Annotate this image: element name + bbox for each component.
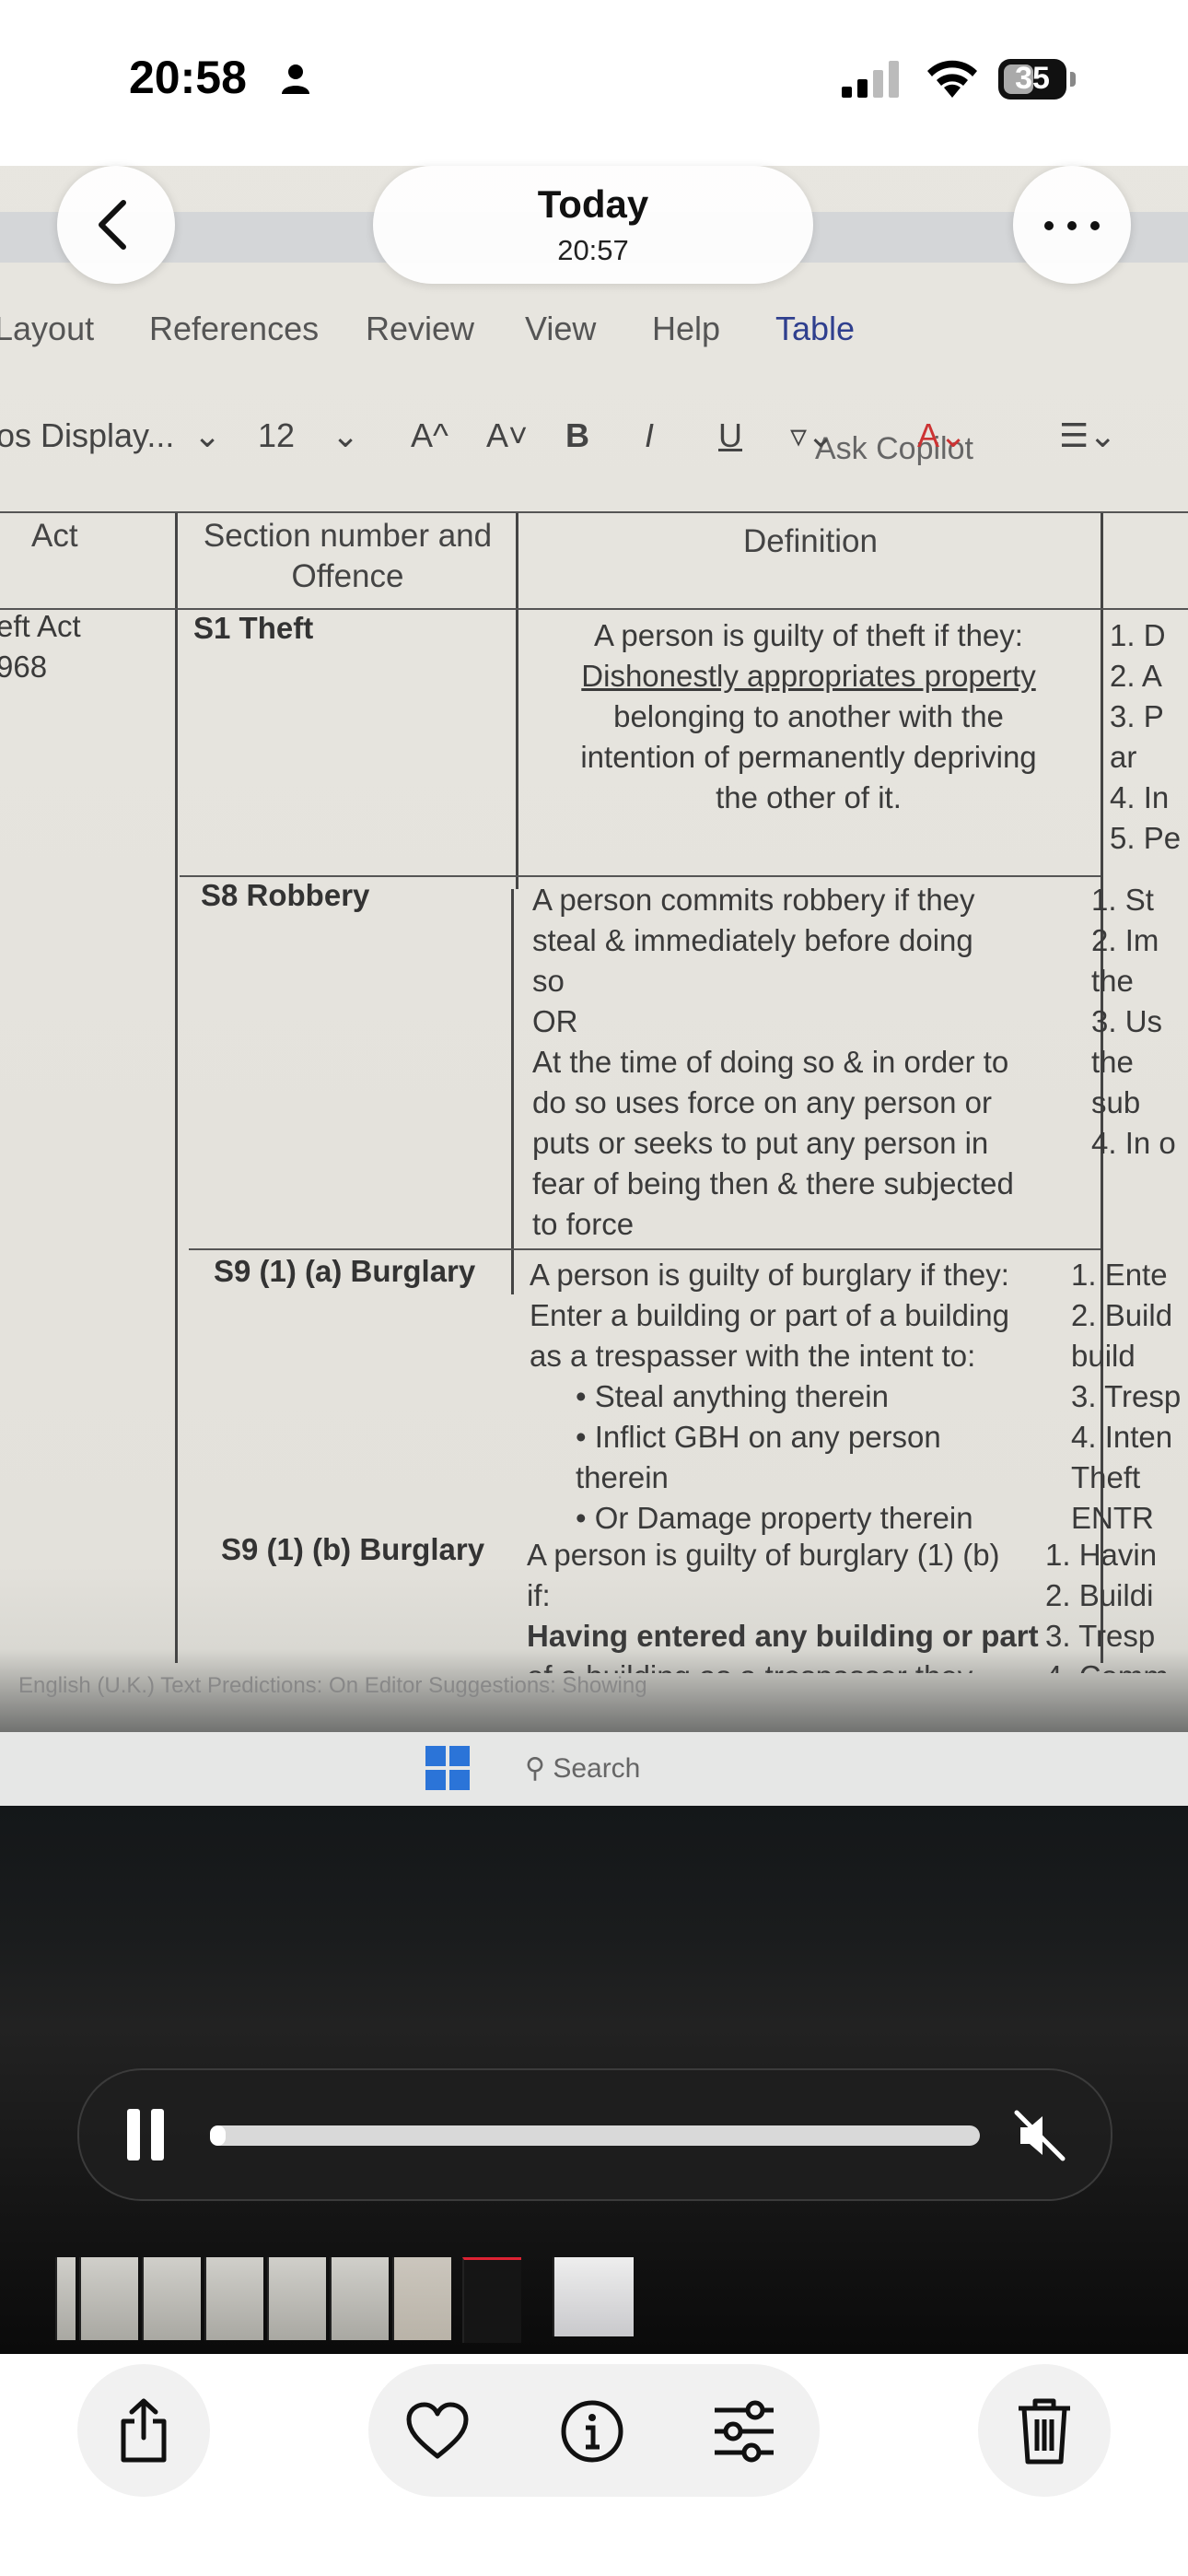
ribbon-tab-review: Review [366,310,475,347]
search-icon: ⚲ [525,1753,553,1784]
filmstrip-thumbnail[interactable] [392,2257,451,2340]
font-name-box: os Display... [0,416,175,454]
grow-font-button: A^ [411,416,448,454]
col-header-section: Section number and Offence [203,518,493,594]
list-icon: ☰⌄ [1059,416,1117,454]
offence-cell: S1 Theft [193,611,314,645]
elements-cell: 1. Ente 2. Build build 3. Tresp 4. Inten… [1071,1258,1182,1535]
delete-button[interactable] [978,2364,1111,2497]
trash-icon [1019,2398,1070,2465]
document-table: Act Section number and Offence Definitio… [0,498,1188,1695]
filmstrip-thumbnail[interactable] [204,2257,263,2340]
scrubber-progress [210,2125,226,2146]
elements-cell: 1. Havin 2. Buildi 3. Tresp 4. Comm [1045,1538,1169,1673]
chevron-down-icon: ⌄ [193,416,222,454]
col-header-definition: Definition [743,523,878,559]
shrink-font-button: A˅ [486,416,529,454]
font-size-box: 12 [258,416,296,454]
underline-button: U [718,416,742,454]
taskbar-search: ⚲ Search [525,1753,641,1784]
ribbon-tab-table: Table [775,310,856,347]
info-icon[interactable] [560,2399,624,2464]
photo-actions-group [368,2364,820,2497]
filmstrip-thumbnail[interactable] [55,2257,76,2340]
highlight-icon: ▿⌄ [790,416,835,454]
back-button[interactable] [57,166,175,284]
chevron-left-icon [99,200,126,250]
pause-button[interactable] [127,2109,168,2160]
act-cell: eft Act 968 [0,609,81,684]
elements-cell: 1. St 2. Im the 3. Us the sub 4. In o [1091,883,1176,1160]
speaker-muted-icon[interactable] [1009,2105,1070,2166]
definition-cell: A person is guilty of burglary (1) (b) i… [527,1538,1039,1673]
ribbon-tab-help: Help [652,310,721,347]
filmstrip-thumbnail[interactable] [267,2257,326,2340]
adjust-icon[interactable] [711,2399,777,2464]
video-scrubber[interactable] [210,2125,980,2146]
elements-cell: 1. D 2. A 3. P ar 4. In 5. Pe [1110,618,1182,855]
definition-cell: A person is guilty of burglary if they: … [530,1258,1010,1535]
ribbon-tab-view: View [525,310,597,347]
ribbon-tabs: Layout References Review View Help Table [0,304,1188,359]
status-bar: 20:58 35 [0,0,1188,166]
battery-indicator: 35 [998,59,1077,100]
ribbon-tab-layout: Layout [0,310,95,347]
format-toolbar: os Display... ⌄ 12 ⌄ A^ A˅ B I U ▿⌄ A⌄ ☰… [0,405,1188,470]
definition-cell: A person is guilty of theft if they: Dis… [580,618,1037,814]
filmstrip-thumbnail[interactable] [330,2257,389,2340]
font-color-icon: A⌄ [917,416,968,454]
filmstrip-thumbnail[interactable] [553,2257,634,2336]
filmstrip-thumbnail[interactable] [462,2257,521,2343]
col-header-act: Act [31,518,78,554]
more-button[interactable] [1013,166,1131,284]
filmstrip-thumbnail[interactable] [142,2257,201,2340]
ribbon-tab-references: References [149,310,320,347]
wifi-icon [927,60,977,98]
more-icon [1044,221,1054,230]
word-status-line: English (U.K.) Text Predictions: On Edit… [18,1673,647,1698]
offence-cell: S9 (1) (b) Burglary [221,1532,485,1566]
date-subtitle-text: 20:57 [557,234,629,266]
heart-icon[interactable] [405,2401,470,2460]
share-icon [121,2398,167,2463]
bold-button: B [565,416,589,454]
filmstrip-thumbnail[interactable] [79,2257,138,2340]
signal-icon [842,61,899,98]
offence-cell: S9 (1) (a) Burglary [214,1254,476,1288]
person-icon [282,64,309,94]
video-controls [77,2068,1112,2201]
windows-logo-icon [425,1746,472,1792]
date-title-text: Today [537,182,649,226]
share-button[interactable] [77,2364,210,2497]
date-title: Today 20:57 [373,166,813,284]
chevron-down-icon: ⌄ [332,416,360,454]
definition-cell: A person commits robbery if they steal &… [532,883,1014,1241]
italic-button: I [645,416,655,454]
filmstrip[interactable] [55,2257,1160,2343]
status-time: 20:58 [129,52,247,103]
offence-cell: S8 Robbery [201,878,370,912]
